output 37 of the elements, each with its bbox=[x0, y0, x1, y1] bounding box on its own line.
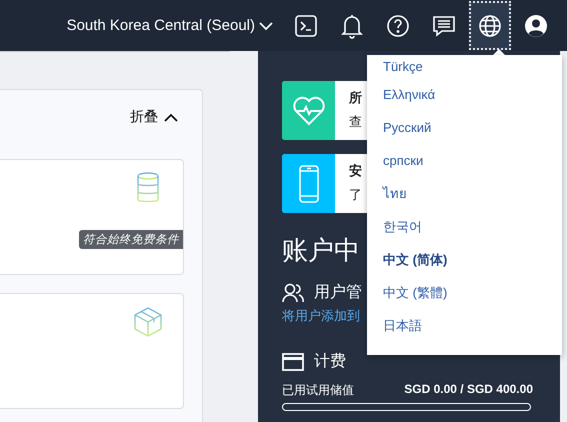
heart-pulse-icon bbox=[292, 96, 326, 126]
users-icon bbox=[282, 282, 304, 302]
database-icon bbox=[137, 172, 159, 204]
tile-subtitle: 了 bbox=[349, 186, 362, 204]
section-title: 账户中 bbox=[282, 234, 360, 267]
tile-title: 安 bbox=[349, 162, 362, 180]
region-selector[interactable]: South Korea Central (Seoul) bbox=[66, 17, 273, 34]
language-option[interactable]: 中文 (简体) bbox=[383, 243, 448, 276]
billing-title: 计费 bbox=[314, 352, 346, 372]
globe-icon bbox=[478, 14, 502, 38]
chevron-up-icon bbox=[164, 112, 178, 122]
avatar-icon bbox=[524, 14, 548, 38]
user-management-title: 用户管 bbox=[314, 282, 362, 303]
language-option[interactable]: 中文 (繁體) bbox=[383, 276, 448, 309]
trial-credit-amount: SGD 0.00 / SGD 400.00 bbox=[404, 382, 533, 398]
box-icon bbox=[133, 306, 163, 338]
globe-button[interactable] bbox=[469, 1, 511, 50]
chevron-down-icon bbox=[259, 20, 273, 30]
language-option[interactable]: ไทย bbox=[383, 177, 407, 210]
help-icon bbox=[386, 14, 410, 38]
free-tier-badge: 符合始终免费条件 bbox=[79, 230, 183, 249]
bell-icon bbox=[340, 12, 364, 38]
terminal-icon bbox=[294, 14, 318, 38]
collapse-button[interactable]: 折叠 bbox=[130, 108, 178, 126]
service-card[interactable]: 符合始终免费条件 bbox=[0, 159, 184, 275]
language-option[interactable]: Русский bbox=[383, 111, 432, 144]
language-option[interactable]: Türkçe bbox=[383, 55, 423, 78]
language-option[interactable]: Ελληνικά bbox=[383, 78, 436, 111]
language-option[interactable]: 한국어 bbox=[383, 210, 422, 243]
credit-card-icon bbox=[282, 352, 304, 370]
phone-icon bbox=[298, 164, 320, 202]
language-option[interactable]: 日本語 bbox=[383, 309, 422, 342]
language-option[interactable]: српски bbox=[383, 144, 424, 177]
tile-title: 所 bbox=[349, 89, 362, 107]
trial-credit-label: 已用试用储值 bbox=[282, 382, 354, 399]
tile-subtitle: 查 bbox=[349, 113, 362, 131]
chat-icon bbox=[432, 14, 456, 38]
